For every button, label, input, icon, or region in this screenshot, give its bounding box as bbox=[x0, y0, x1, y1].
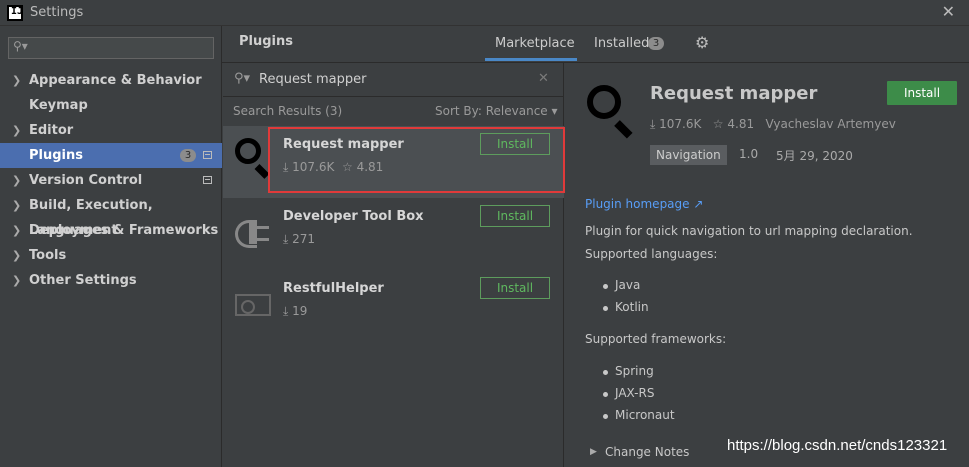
plugin-description: Plugin for quick navigation to url mappi… bbox=[585, 224, 913, 238]
plugin-placeholder-icon bbox=[235, 294, 271, 316]
plugin-stats: ⤓ 19 bbox=[283, 304, 308, 318]
plugin-list-panel: ⚲▾ Request mapper ✕ Search Results (3) S… bbox=[223, 63, 564, 467]
sidebar-item-keymap[interactable]: Keymap bbox=[0, 93, 222, 118]
search-icon: ⚲▾ bbox=[13, 39, 28, 53]
chevron-right-icon: ❯ bbox=[12, 224, 22, 237]
sidebar-item-plugins[interactable]: Plugins 3 bbox=[0, 143, 222, 168]
plugin-homepage-link[interactable]: Plugin homepage ↗ bbox=[585, 197, 703, 211]
title-bar: IJ Settings ✕ bbox=[0, 0, 969, 26]
plugins-count-badge: 3 bbox=[180, 149, 196, 162]
window-title: Settings bbox=[30, 5, 84, 20]
project-settings-icon bbox=[203, 151, 212, 159]
install-button[interactable]: Install bbox=[887, 81, 957, 105]
plugin-stats: ⤓ 271 bbox=[283, 232, 316, 246]
installed-count-badge: 3 bbox=[648, 37, 664, 50]
results-count: Search Results (3) bbox=[233, 104, 343, 118]
results-bar: Search Results (3) Sort By: Relevance ▾ bbox=[223, 98, 564, 126]
plugin-title: Request mapper bbox=[650, 83, 818, 104]
tab-installed[interactable]: Installed bbox=[594, 36, 649, 51]
gear-icon[interactable]: ⚙ bbox=[695, 33, 709, 52]
plugin-date: 5月 29, 2020 bbox=[776, 149, 853, 163]
sidebar-item-version-control[interactable]: ❯ Version Control bbox=[0, 168, 222, 193]
active-tab-indicator bbox=[485, 58, 577, 61]
sidebar-item-appearance[interactable]: ❯ Appearance & Behavior bbox=[0, 68, 222, 93]
category-tag[interactable]: Navigation bbox=[650, 145, 727, 165]
chevron-right-icon: ❯ bbox=[12, 174, 22, 187]
chevron-right-icon: ❯ bbox=[12, 124, 22, 137]
plugin-search-field[interactable]: ⚲▾ Request mapper ✕ bbox=[223, 63, 564, 97]
sort-dropdown[interactable]: Sort By: Relevance ▾ bbox=[435, 104, 558, 118]
languages-heading: Supported languages: bbox=[585, 247, 718, 261]
plugin-version: 1.0 bbox=[739, 147, 759, 161]
install-button[interactable]: Install bbox=[480, 205, 550, 227]
sidebar-item-other-settings[interactable]: ❯ Other Settings bbox=[0, 268, 222, 293]
chevron-right-icon: ❯ bbox=[12, 274, 22, 287]
page-title: Plugins bbox=[239, 34, 293, 49]
plug-icon bbox=[235, 214, 271, 254]
sidebar-item-tools[interactable]: ❯ Tools bbox=[0, 243, 222, 268]
plugin-row-restfulhelper[interactable]: RestfulHelper ⤓ 19 Install bbox=[223, 270, 564, 342]
settings-sidebar: ⚲▾ ❯ Appearance & Behavior Keymap ❯ Edit… bbox=[0, 26, 222, 467]
chevron-right-icon: ❯ bbox=[12, 74, 22, 87]
plugin-stats: ⤓ 107.6K ☆ 4.81 Vyacheslav Artemyev bbox=[650, 117, 896, 131]
install-button[interactable]: Install bbox=[480, 277, 550, 299]
clear-icon[interactable]: ✕ bbox=[538, 71, 549, 86]
plugin-author: Vyacheslav Artemyev bbox=[765, 117, 896, 131]
annotation-highlight-box bbox=[268, 127, 565, 193]
chevron-right-icon: ▶ bbox=[590, 447, 597, 457]
close-icon[interactable]: ✕ bbox=[942, 2, 955, 21]
search-icon: ⚲▾ bbox=[234, 71, 251, 86]
plugin-row-developer-tool-box[interactable]: Developer Tool Box ⤓ 271 Install bbox=[223, 198, 564, 270]
sidebar-item-build[interactable]: ❯ Build, Execution, Deployment bbox=[0, 193, 222, 238]
sidebar-item-editor[interactable]: ❯ Editor bbox=[0, 118, 222, 143]
watermark: https://blog.csdn.net/cnds123321 bbox=[727, 437, 948, 454]
settings-search-input[interactable]: ⚲▾ bbox=[8, 37, 214, 59]
chevron-right-icon: ❯ bbox=[12, 199, 22, 212]
tab-marketplace[interactable]: Marketplace bbox=[495, 36, 575, 51]
plugin-search-input[interactable]: Request mapper bbox=[259, 72, 366, 87]
plugin-details-panel: Request mapper Install ⤓ 107.6K ☆ 4.81 V… bbox=[565, 63, 969, 467]
magnifier-icon bbox=[233, 136, 273, 179]
frameworks-heading: Supported frameworks: bbox=[585, 332, 727, 346]
project-settings-icon bbox=[203, 176, 212, 184]
intellij-logo-icon: IJ bbox=[7, 5, 23, 21]
magnifier-icon bbox=[585, 83, 639, 139]
sidebar-item-languages[interactable]: ❯ Languages & Frameworks bbox=[0, 218, 222, 243]
chevron-right-icon: ❯ bbox=[12, 249, 22, 262]
